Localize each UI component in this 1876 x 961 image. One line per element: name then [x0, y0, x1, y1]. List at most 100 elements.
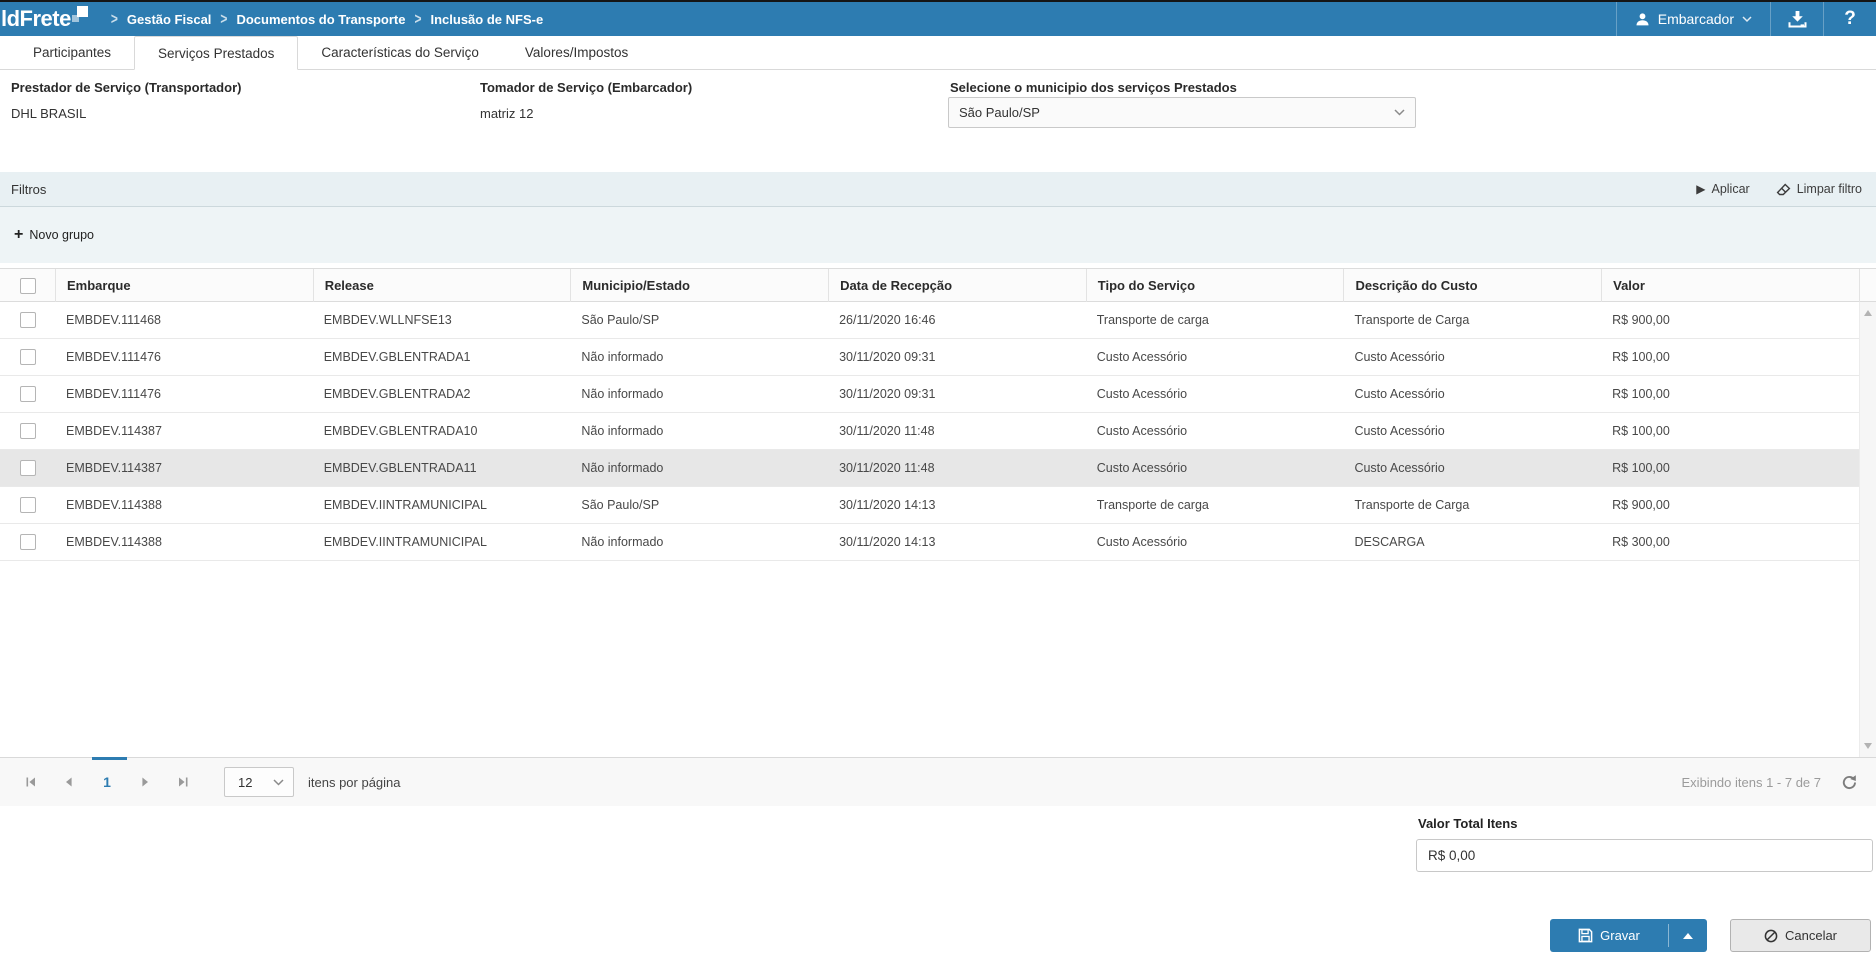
- scroll-down-icon[interactable]: [1864, 743, 1872, 749]
- table-row[interactable]: EMBDEV.111468 EMBDEV.WLLNFSE13 São Paulo/S…: [0, 302, 1859, 339]
- row-checkbox[interactable]: [19, 423, 36, 439]
- column-header[interactable]: Data de Recepção: [828, 269, 1086, 303]
- table-row[interactable]: EMBDEV.114388 EMBDEV.IINTRAMUNICIPAL Não i…: [0, 524, 1859, 561]
- table-cell: Transporte de carga: [1096, 313, 1209, 327]
- column-header[interactable]: Valor: [1601, 269, 1859, 303]
- save-options-arrow-button[interactable]: [1669, 919, 1707, 952]
- app-window: ldFrete > Gestão Fiscal > Documentos do …: [0, 0, 1876, 961]
- total-items-label: Valor Total Itens: [1418, 816, 1518, 831]
- table-cell: 30/11/2020 09:31: [839, 350, 936, 364]
- row-checkbox[interactable]: [19, 497, 36, 513]
- filters-title: Filtros: [11, 181, 47, 197]
- row-checkbox[interactable]: [19, 460, 36, 476]
- table-cell: EMBDEV.114387: [66, 424, 162, 438]
- chevron-right-icon: >: [414, 9, 422, 29]
- save-button-label: Gravar: [1600, 928, 1640, 943]
- tab-bar: Participantes Serviços Prestados Caracte…: [0, 36, 1876, 70]
- table-cell: DESCARGA: [1354, 535, 1425, 549]
- row-checkbox[interactable]: [19, 312, 36, 328]
- download-icon: [1787, 10, 1808, 29]
- table-cell: Transporte de Carga: [1354, 498, 1470, 512]
- play-icon: ▶: [1696, 182, 1706, 196]
- table-cell: R$ 900,00: [1612, 313, 1670, 327]
- page-number-1[interactable]: 1: [92, 774, 122, 790]
- total-items-input[interactable]: R$ 0,00: [1416, 839, 1873, 872]
- table-cell: 30/11/2020 11:48: [839, 424, 935, 438]
- table-cell: Custo Acessório: [1096, 535, 1188, 549]
- breadcrumb-gestao-fiscal[interactable]: Gestão Fiscal: [127, 12, 212, 27]
- tab-caracteristicas-servico[interactable]: Características do Serviço: [298, 36, 502, 69]
- next-page-button[interactable]: [130, 776, 160, 788]
- table-cell: Custo Acessório: [1096, 350, 1188, 364]
- tab-participantes[interactable]: Participantes: [10, 36, 134, 69]
- table-row[interactable]: EMBDEV.114387 EMBDEV.GBLENTRADA10 Não info…: [0, 413, 1859, 450]
- table-cell: Não informado: [581, 350, 664, 364]
- breadcrumb: > Gestão Fiscal > Documentos do Transpor…: [102, 9, 543, 29]
- column-header[interactable]: Municipio/Estado: [570, 269, 828, 303]
- row-checkbox[interactable]: [19, 534, 36, 550]
- table-cell: Custo Acessório: [1096, 461, 1188, 475]
- table-cell: 30/11/2020 14:13: [839, 498, 936, 512]
- user-menu[interactable]: Embarcador: [1617, 2, 1770, 36]
- table-row[interactable]: EMBDEV.111476 EMBDEV.GBLENTRADA1 Não infor…: [0, 339, 1859, 376]
- clear-filter-button[interactable]: Limpar filtro: [1776, 182, 1862, 196]
- municipio-selected-value: São Paulo/SP: [959, 105, 1040, 120]
- column-header[interactable]: Embarque: [55, 269, 313, 303]
- header-filler: [1858, 269, 1876, 303]
- save-icon: [1578, 928, 1593, 943]
- row-checkbox-cell: [0, 487, 55, 523]
- column-header[interactable]: Descrição do Custo: [1343, 269, 1601, 303]
- cancel-button[interactable]: Cancelar: [1730, 919, 1871, 952]
- total-items-value: R$ 0,00: [1428, 848, 1476, 863]
- row-checkbox[interactable]: [19, 386, 36, 402]
- table-cell: R$ 300,00: [1612, 535, 1670, 549]
- table-row[interactable]: EMBDEV.114388 EMBDEV.IINTRAMUNICIPAL São P…: [0, 487, 1859, 524]
- breadcrumb-documentos-transporte[interactable]: Documentos do Transporte: [236, 12, 405, 27]
- row-checkbox[interactable]: [19, 349, 36, 365]
- select-all-checkbox[interactable]: [19, 278, 36, 294]
- scroll-up-icon[interactable]: [1864, 310, 1872, 316]
- refresh-button[interactable]: [1841, 774, 1858, 791]
- previous-page-button[interactable]: [54, 776, 84, 788]
- column-header[interactable]: Release: [312, 269, 571, 303]
- vertical-scrollbar[interactable]: [1859, 302, 1876, 757]
- table-cell: EMBDEV.114388: [66, 498, 162, 512]
- plus-icon: +: [14, 226, 24, 243]
- table-cell: EMBDEV.111476: [66, 350, 161, 364]
- table-cell: Custo Acessório: [1096, 424, 1188, 438]
- new-group-button[interactable]: + Novo grupo: [14, 226, 94, 243]
- table-cell: Transporte de Carga: [1354, 313, 1470, 327]
- logo-mark-icon: [71, 6, 88, 22]
- breadcrumb-inclusao-nfse[interactable]: Inclusão de NFS-e: [430, 12, 543, 27]
- tab-valores-impostos[interactable]: Valores/Impostos: [502, 36, 651, 69]
- table-cell: EMBDEV.114387: [66, 461, 162, 475]
- table-cell: EMBDEV.WLLNFSE13: [323, 313, 452, 327]
- chevron-down-icon: [1394, 109, 1405, 116]
- filters-body: + Novo grupo: [0, 207, 1876, 263]
- table-cell: Não informado: [581, 461, 664, 475]
- help-button[interactable]: ?: [1824, 2, 1876, 36]
- table-cell: EMBDEV.IINTRAMUNICIPAL: [323, 498, 487, 512]
- save-split-button[interactable]: Gravar: [1550, 919, 1707, 952]
- download-button[interactable]: [1771, 2, 1823, 36]
- row-checkbox-cell: [0, 524, 55, 560]
- app-logo[interactable]: ldFrete: [1, 3, 88, 35]
- table-cell: 30/11/2020 11:48: [839, 461, 935, 475]
- table-cell: Custo Acessório: [1354, 424, 1445, 438]
- new-group-label: Novo grupo: [29, 228, 94, 242]
- first-page-button[interactable]: [16, 776, 46, 788]
- last-page-button[interactable]: [168, 776, 198, 788]
- column-header[interactable]: Tipo do Serviço: [1085, 269, 1344, 303]
- chevron-right-icon: >: [110, 9, 118, 29]
- table-cell: R$ 900,00: [1612, 498, 1670, 512]
- apply-filter-label: Aplicar: [1711, 182, 1750, 196]
- clear-filter-label: Limpar filtro: [1796, 182, 1862, 196]
- page-size-select[interactable]: 12: [224, 767, 294, 797]
- save-button[interactable]: Gravar: [1550, 919, 1668, 952]
- apply-filter-button[interactable]: ▶ Aplicar: [1696, 182, 1749, 196]
- municipio-select[interactable]: São Paulo/SP: [948, 97, 1416, 128]
- filters-actions: ▶ Aplicar Limpar filtro: [1696, 182, 1862, 196]
- table-row[interactable]: EMBDEV.111476 EMBDEV.GBLENTRADA2 Não infor…: [0, 376, 1859, 413]
- table-row[interactable]: EMBDEV.114387 EMBDEV.GBLENTRADA11 Não info…: [0, 450, 1859, 487]
- tab-servicos-prestados[interactable]: Serviços Prestados: [134, 36, 299, 70]
